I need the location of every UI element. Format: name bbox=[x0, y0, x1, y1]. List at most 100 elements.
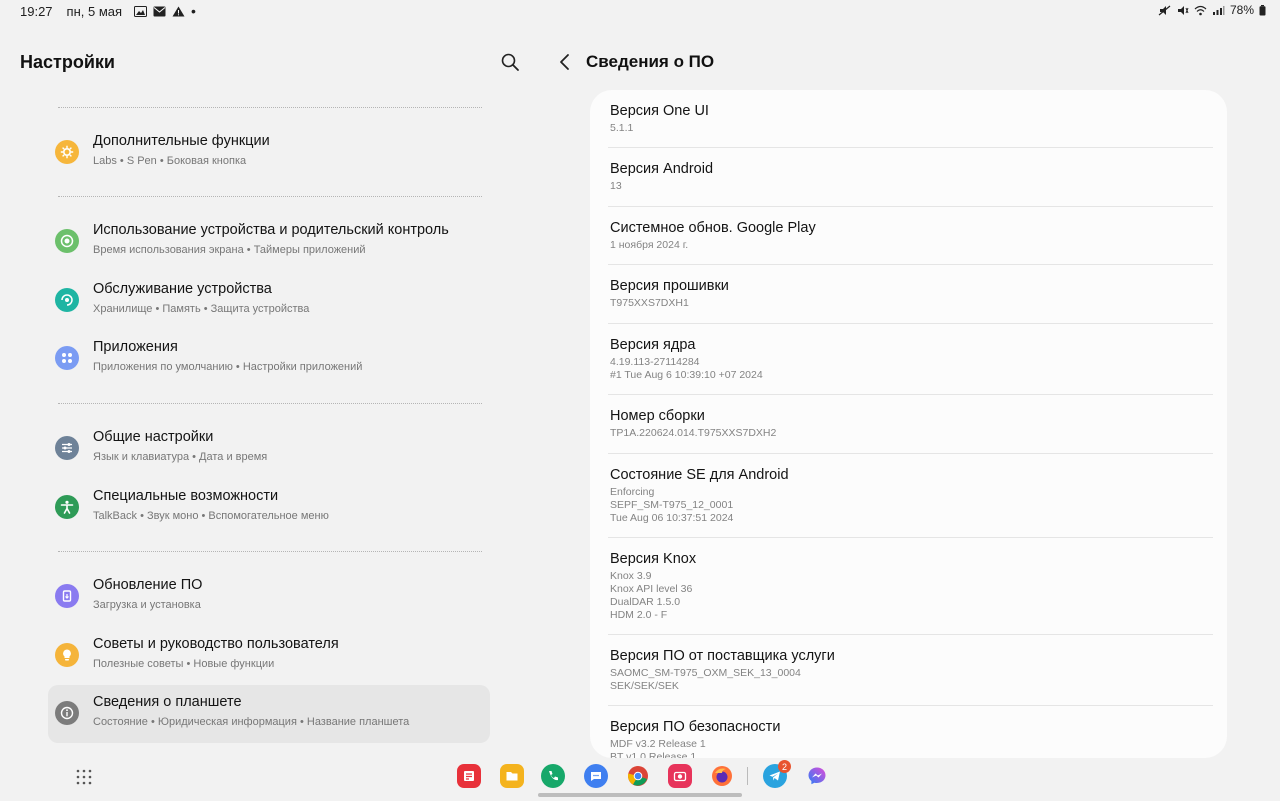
row-divider bbox=[608, 634, 1213, 635]
back-arrow-icon[interactable] bbox=[555, 52, 575, 72]
row-divider bbox=[608, 206, 1213, 207]
section-divider bbox=[58, 196, 482, 197]
status-bar: 19:27 пн, 5 мая • 78% bbox=[0, 0, 1280, 22]
row-divider bbox=[608, 705, 1213, 706]
info-row-title: Версия Android bbox=[610, 161, 714, 177]
row-divider bbox=[608, 453, 1213, 454]
home-indicator-bar[interactable] bbox=[538, 793, 742, 797]
software-info-card: Версия One UI 5.1.1 Версия Android 13 Си… bbox=[590, 90, 1227, 758]
menu-item-title: Обновление ПО bbox=[93, 577, 203, 593]
care-icon bbox=[55, 288, 79, 312]
notes-app-icon[interactable] bbox=[457, 764, 481, 788]
info-icon bbox=[55, 701, 79, 725]
sliders-icon bbox=[55, 436, 79, 460]
menu-item-tips[interactable]: Советы и руководство пользователя Полезн… bbox=[48, 627, 490, 685]
info-row-value: 1 ноября 2024 г. bbox=[610, 239, 689, 251]
menu-item-subtitle: Хранилище • Память • Защита устройства bbox=[93, 303, 310, 315]
phone-app-icon[interactable] bbox=[541, 764, 565, 788]
info-row-se-android-status[interactable]: Состояние SE для Android Enforcing SEPF_… bbox=[610, 467, 1213, 525]
menu-item-subtitle: Полезные советы • Новые функции bbox=[93, 658, 275, 670]
menu-item-title: Специальные возможности bbox=[93, 488, 279, 504]
messages-app-icon[interactable] bbox=[584, 764, 608, 788]
status-date: пн, 5 мая bbox=[66, 3, 123, 19]
info-row-knox-version[interactable]: Версия Knox Knox 3.9 Knox API level 36 D… bbox=[610, 551, 1213, 622]
mute-icon bbox=[1177, 5, 1189, 15]
info-row-value: 13 bbox=[610, 180, 622, 192]
info-row-google-play-update[interactable]: Системное обнов. Google Play 1 ноября 20… bbox=[610, 220, 1213, 252]
update-icon bbox=[55, 584, 79, 608]
info-row-title: Версия прошивки bbox=[610, 278, 729, 294]
menu-item-title: Обслуживание устройства bbox=[93, 281, 272, 297]
info-row-title: Версия Knox bbox=[610, 551, 697, 567]
menu-item-digital-wellbeing[interactable]: Использование устройства и родительский … bbox=[48, 213, 490, 271]
info-row-kernel-version[interactable]: Версия ядра 4.19.113-27114284 #1 Tue Aug… bbox=[610, 337, 1213, 382]
info-row-security-version[interactable]: Версия ПО безопасности MDF v3.2 Release … bbox=[610, 719, 1213, 758]
menu-item-about-tablet[interactable]: Сведения о планшете Состояние • Юридичес… bbox=[48, 685, 490, 743]
menu-item-title: Советы и руководство пользователя bbox=[93, 636, 339, 652]
info-row-title: Версия ПО от поставщика услуги bbox=[610, 648, 835, 664]
menu-item-subtitle: Язык и клавиатура • Дата и время bbox=[93, 451, 268, 463]
row-divider bbox=[608, 264, 1213, 265]
menu-item-title: Сведения о планшете bbox=[93, 694, 242, 710]
chrome-app-icon[interactable] bbox=[626, 764, 650, 788]
no-sound-icon bbox=[1158, 5, 1171, 15]
row-divider bbox=[608, 537, 1213, 538]
app-drawer-icon[interactable] bbox=[76, 769, 92, 785]
accessibility-icon bbox=[55, 495, 79, 519]
menu-item-subtitle: Состояние • Юридическая информация • Наз… bbox=[93, 716, 410, 728]
warning-notification-icon bbox=[172, 6, 185, 16]
section-divider bbox=[58, 107, 482, 108]
dock-separator bbox=[747, 767, 748, 785]
row-divider bbox=[608, 394, 1213, 395]
info-row-value: 4.19.113-27114284 #1 Tue Aug 6 10:39:10 … bbox=[610, 356, 763, 381]
menu-item-title: Общие настройки bbox=[93, 429, 214, 445]
status-time: 19:27 bbox=[20, 3, 53, 19]
menu-item-title: Дополнительные функции bbox=[93, 133, 270, 149]
info-row-one-ui[interactable]: Версия One UI 5.1.1 bbox=[610, 103, 1213, 135]
menu-item-device-care[interactable]: Обслуживание устройства Хранилище • Памя… bbox=[48, 272, 490, 330]
info-row-value: T975XXS7DXH1 bbox=[610, 297, 689, 309]
menu-item-title: Использование устройства и родительский … bbox=[93, 222, 449, 238]
settings-title: Настройки bbox=[20, 52, 115, 72]
info-row-android-version[interactable]: Версия Android 13 bbox=[610, 161, 1213, 193]
tips-icon bbox=[55, 643, 79, 667]
menu-item-software-update[interactable]: Обновление ПО Загрузка и установка bbox=[48, 568, 490, 626]
menu-item-general-management[interactable]: Общие настройки Язык и клавиатура • Дата… bbox=[48, 420, 490, 478]
wifi-icon bbox=[1194, 5, 1207, 15]
info-row-baseband-version[interactable]: Версия прошивки T975XXS7DXH1 bbox=[610, 278, 1213, 310]
info-row-title: Номер сборки bbox=[610, 408, 705, 424]
menu-item-subtitle: Время использования экрана • Таймеры при… bbox=[93, 244, 366, 256]
info-row-value: SAOMC_SM-T975_OXM_SEK_13_0004 SEK/SEK/SE… bbox=[610, 667, 801, 692]
info-row-title: Системное обнов. Google Play bbox=[610, 220, 816, 236]
row-divider bbox=[608, 323, 1213, 324]
info-row-value: 5.1.1 bbox=[610, 122, 634, 134]
menu-item-advanced-features[interactable]: Дополнительные функции Labs • S Pen • Бо… bbox=[48, 124, 490, 182]
menu-item-subtitle: TalkBack • Звук моно • Вспомогательное м… bbox=[93, 510, 329, 522]
battery-percent: 78% bbox=[1229, 3, 1254, 17]
info-row-value: TP1A.220624.014.T975XXS7DXH2 bbox=[610, 427, 777, 439]
mail-notification-icon bbox=[153, 6, 166, 16]
info-row-value: MDF v3.2 Release 1 BT v1.0 Release 1 bbox=[610, 738, 706, 758]
files-app-icon[interactable] bbox=[500, 764, 524, 788]
info-row-service-provider-version[interactable]: Версия ПО от поставщика услуги SAOMC_SM-… bbox=[610, 648, 1213, 693]
info-row-value: Enforcing SEPF_SM-T975_12_0001 Tue Aug 0… bbox=[610, 486, 734, 524]
firefox-app-icon[interactable] bbox=[710, 764, 734, 788]
wellbeing-icon bbox=[55, 229, 79, 253]
messenger-app-icon[interactable] bbox=[805, 764, 829, 788]
gallery-notification-icon bbox=[134, 5, 148, 17]
menu-item-subtitle: Приложения по умолчанию • Настройки прил… bbox=[93, 361, 363, 373]
menu-item-subtitle: Загрузка и установка bbox=[93, 599, 201, 611]
info-row-title: Версия ядра bbox=[610, 337, 696, 353]
more-notifications-dot: • bbox=[191, 3, 196, 19]
info-row-title: Состояние SE для Android bbox=[610, 467, 789, 483]
camera-app-icon[interactable] bbox=[668, 764, 692, 788]
signal-icon bbox=[1212, 5, 1225, 15]
battery-icon bbox=[1259, 4, 1266, 15]
menu-item-subtitle: Labs • S Pen • Боковая кнопка bbox=[93, 155, 247, 167]
menu-item-apps[interactable]: Приложения Приложения по умолчанию • Нас… bbox=[48, 330, 490, 388]
search-icon[interactable] bbox=[500, 52, 520, 72]
info-row-build-number[interactable]: Номер сборки TP1A.220624.014.T975XXS7DXH… bbox=[610, 408, 1213, 440]
info-row-title: Версия One UI bbox=[610, 103, 709, 119]
menu-item-title: Приложения bbox=[93, 339, 178, 355]
menu-item-accessibility[interactable]: Специальные возможности TalkBack • Звук … bbox=[48, 479, 490, 537]
